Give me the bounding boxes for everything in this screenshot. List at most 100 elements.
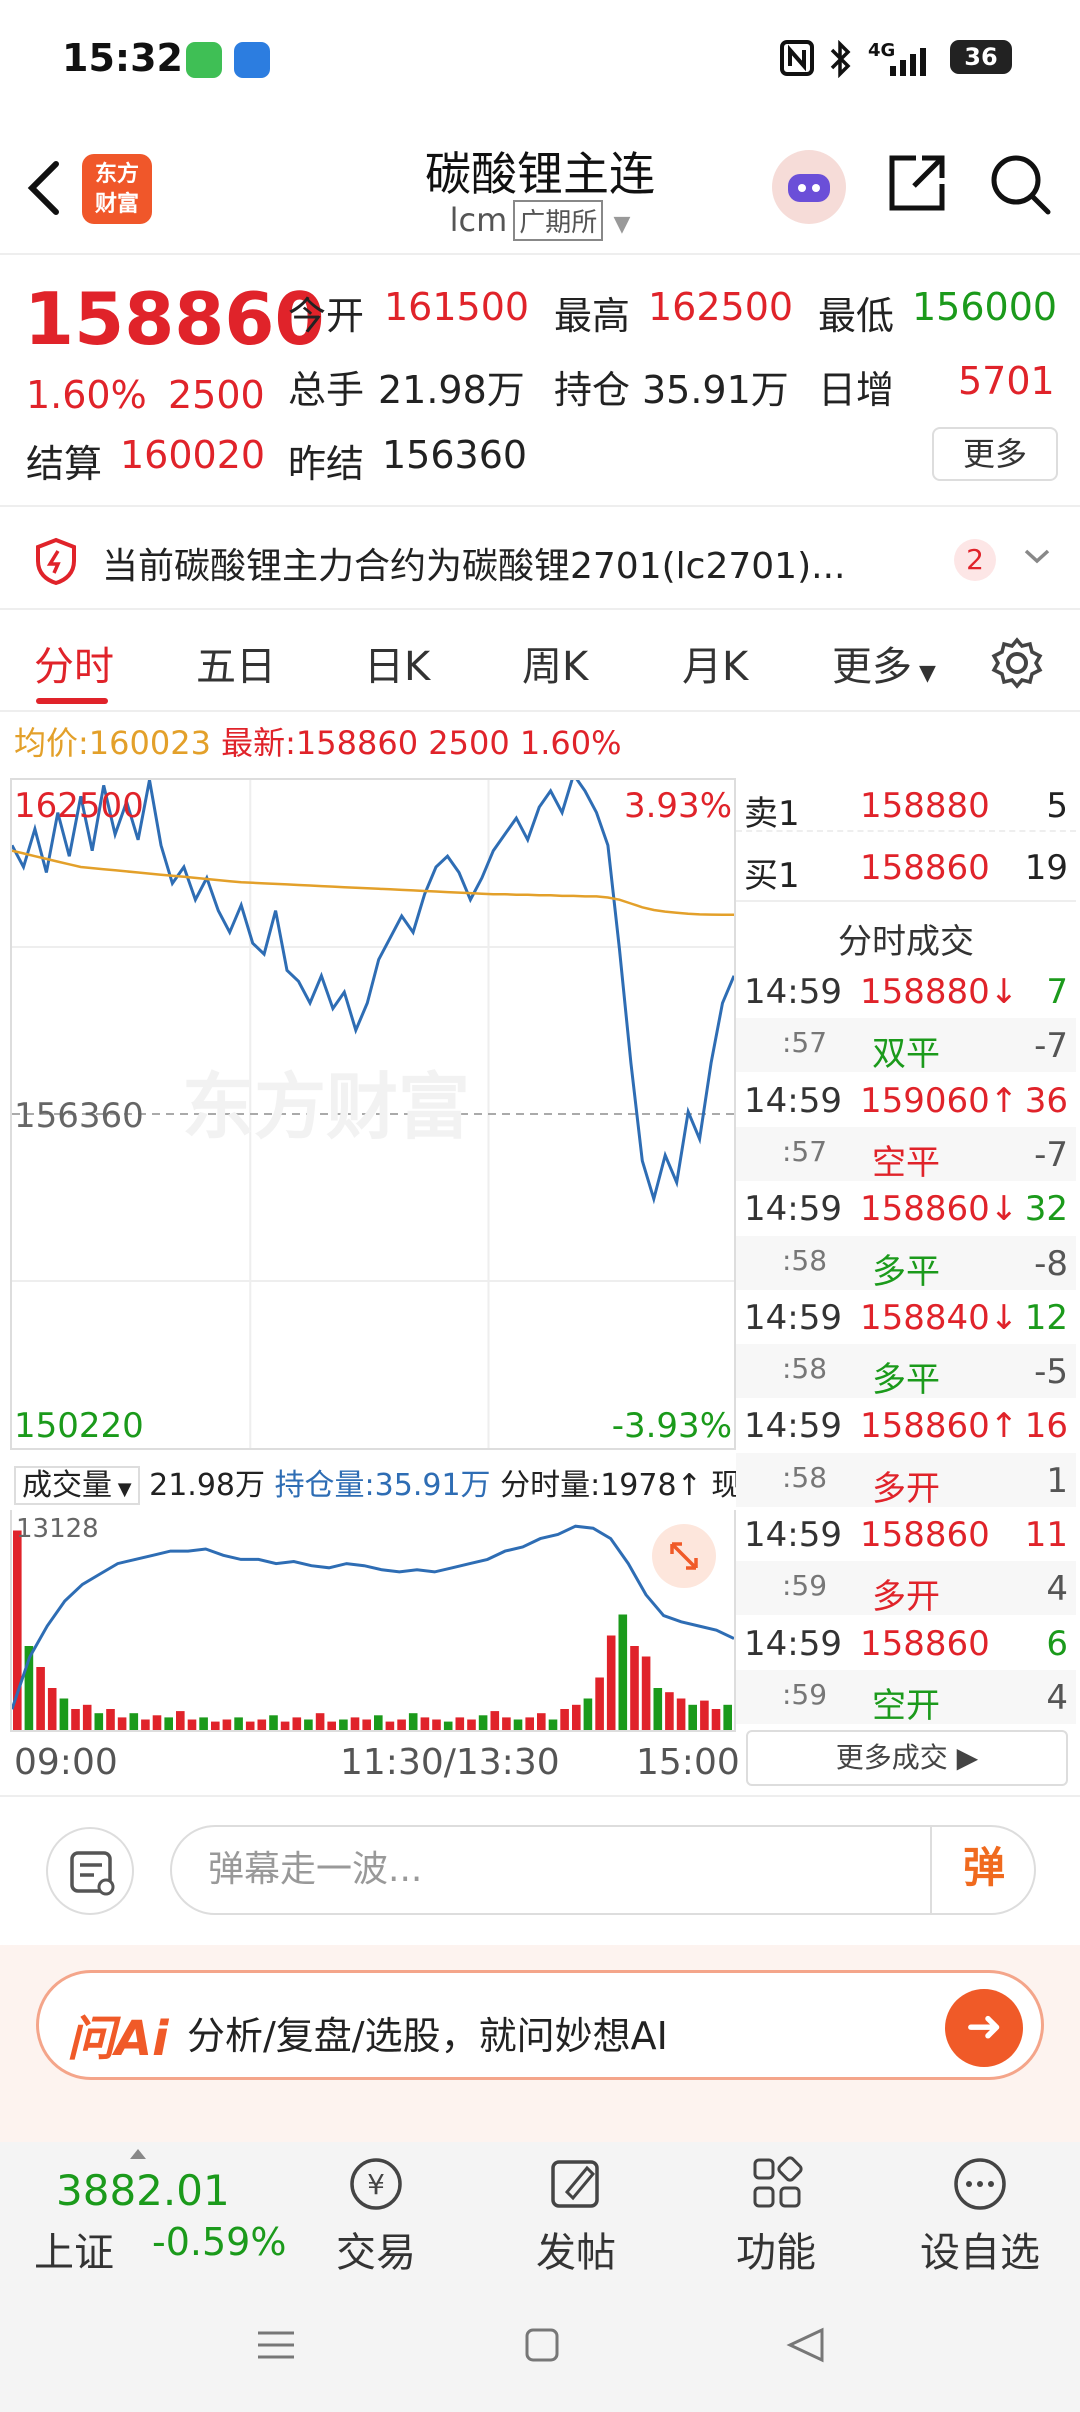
tick-price: 158860↓ [860, 1189, 1019, 1230]
quote-panel: 158860 1.60% 2500 今开 161500 最高 162500 最低… [0, 255, 1080, 505]
volume-bar [59, 1698, 69, 1730]
ask-1-row: 卖1 158880 5 [736, 778, 1076, 834]
tick-time: 14:59 [744, 1406, 842, 1447]
tick-row: :58 多开 1 [736, 1452, 1076, 1509]
volume-selector-label: 成交量 [22, 1468, 112, 1503]
tick-row: :59 多开 4 [736, 1561, 1076, 1617]
open-label: 今开 [288, 294, 365, 338]
yuan-exchange-icon: ¥ [350, 2158, 402, 2210]
bluetooth-icon [828, 39, 854, 86]
tick-volume: 4 [1046, 1569, 1068, 1610]
tick-volume: 12 [1024, 1297, 1068, 1338]
tick-time: 14:59 [744, 1515, 842, 1555]
y-axis-mid-label: 156360 [14, 1096, 144, 1136]
volume-bar [222, 1719, 232, 1730]
tick-type: 空开 [872, 1685, 940, 1726]
volume-bar [618, 1614, 628, 1730]
latest-value: 158860 [295, 724, 419, 762]
exchange-tag: 广期所 [513, 200, 604, 241]
volume-bar [211, 1721, 220, 1730]
tick-volume: 32 [1024, 1189, 1068, 1230]
y-axis-top-label: 162500 [14, 786, 144, 826]
tick-row: 14:59 158880↓ 7 [736, 964, 1076, 1018]
volume-bar [82, 1704, 92, 1730]
ask-1-volume: 5 [1046, 786, 1068, 826]
tick-price: 158860 [860, 1623, 990, 1664]
volume-bar [653, 1688, 663, 1730]
index-value[interactable]: 3882.01 [56, 2166, 230, 2215]
tick-time: :59 [782, 1677, 828, 1711]
nav-add-watchlist[interactable]: 设自选 [910, 2154, 1050, 2278]
tick-type: 空平 [872, 1142, 940, 1183]
more-button[interactable]: 更多 [932, 427, 1058, 481]
ai-robot-avatar[interactable] [772, 150, 846, 224]
volume-selector[interactable]: 成交量 ▼ [14, 1466, 140, 1505]
chevron-down-icon[interactable] [1022, 545, 1052, 571]
volume-bar [572, 1704, 581, 1730]
tab-more[interactable]: 更多 ▼ [832, 634, 936, 692]
intraday-chart[interactable]: 东方财富 162500 3.93% 156360 150220 -3.93% [10, 778, 736, 1450]
danmaku-send-button[interactable]: 弹 [930, 1825, 1036, 1915]
home-square-icon[interactable] [524, 2327, 560, 2367]
back-triangle-icon[interactable] [786, 2327, 826, 2367]
open-value: 161500 [384, 285, 530, 329]
caret-down-icon: ▼ [112, 1479, 132, 1500]
volume-bar [117, 1717, 127, 1730]
tick-volume: -8 [1034, 1243, 1068, 1284]
tab-weekly-k[interactable]: 周K [522, 634, 588, 692]
volume-bar [537, 1713, 546, 1730]
oi-legend-label: 持仓量: [274, 1468, 375, 1503]
x-axis-mid: 11:30/13:30 [340, 1742, 560, 1783]
volume-bar [245, 1721, 255, 1730]
volume-bar [71, 1709, 80, 1730]
arrow-right-icon[interactable]: ➜ [945, 1989, 1023, 2067]
tick-row: :57 空平 -7 [736, 1126, 1076, 1183]
tick-row: 14:59 158860↓ 32 [736, 1181, 1076, 1235]
x-axis-start: 09:00 [14, 1742, 118, 1783]
nfc-icon [780, 40, 814, 84]
high-value: 162500 [648, 285, 794, 329]
tab-intraday[interactable]: 分时 [34, 634, 114, 692]
search-icon[interactable] [988, 152, 1052, 220]
notice-bar[interactable]: 当前碳酸锂主力合约为碳酸锂2701(lc2701)... 2 [0, 505, 1080, 610]
contract-subtitle[interactable]: lcm 广期所 ▼ [300, 200, 780, 241]
tick-price: 159060↑ [860, 1080, 1019, 1121]
tick-volume: -7 [1034, 1026, 1068, 1067]
contract-code: lcm [449, 201, 508, 239]
messages-icon [186, 42, 222, 78]
oi-label: 持仓 [554, 368, 631, 412]
share-icon[interactable] [886, 152, 948, 218]
danmaku-input[interactable]: 弹幕走一波... [170, 1825, 1036, 1915]
more-trades-button[interactable]: 更多成交 ▶ [746, 1730, 1068, 1786]
volume-bar [199, 1717, 208, 1730]
latest-pct: 1.60% [519, 724, 622, 762]
expand-icon[interactable] [652, 1524, 716, 1588]
menu-icon[interactable] [256, 2327, 296, 2367]
volume-bar [304, 1719, 313, 1730]
danmaku-settings-icon[interactable] [46, 1827, 134, 1915]
tab-monthly-k[interactable]: 月K [682, 634, 748, 692]
tab-five-day[interactable]: 五日 [196, 634, 276, 692]
tab-daily-k[interactable]: 日K [364, 634, 430, 692]
volume-bar [176, 1711, 185, 1730]
shield-app-icon [234, 42, 270, 78]
volume-chart[interactable]: 13128 [10, 1510, 736, 1732]
nav-functions[interactable]: 功能 [706, 2154, 846, 2278]
chart-tabs: 分时 五日 日K 周K 月K 更多 ▼ [0, 612, 1080, 712]
tick-row: :58 多平 -5 [736, 1344, 1076, 1400]
settings-gear-icon[interactable] [990, 636, 1044, 694]
tick-row: 14:59 158860 6 [736, 1616, 1076, 1670]
tick-volume: 7 [1046, 972, 1068, 1012]
nav-post[interactable]: 发帖 [506, 2154, 646, 2278]
watermark: 东方财富 [182, 1065, 470, 1149]
order-book-panel: 卖1 158880 5 买1 158860 19 分时成交 14:59 15888… [736, 778, 1076, 1738]
latest-label: 最新: [221, 724, 296, 762]
ai-ask-bar[interactable]: 问Ai 分析/复盘/选股，就问妙想AI ➜ [36, 1970, 1044, 2080]
volume-max-label: 13128 [16, 1514, 99, 1544]
tick-row: 14:59 159060↑ 36 [736, 1073, 1076, 1127]
tick-time: 14:59 [744, 972, 842, 1012]
app-logo: 东方 财富 [82, 154, 152, 224]
volume-bar [432, 1719, 441, 1730]
nav-trade[interactable]: ¥ 交易 [306, 2154, 446, 2278]
back-button[interactable] [22, 158, 66, 218]
